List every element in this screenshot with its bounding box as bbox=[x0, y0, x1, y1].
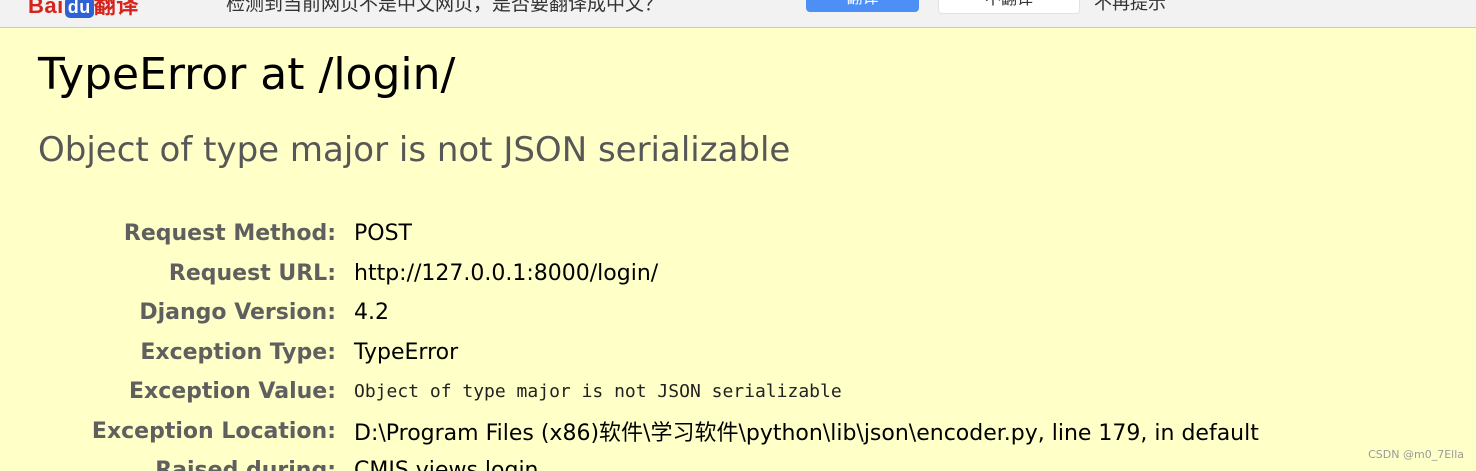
logo-badge: du bbox=[64, 0, 94, 18]
meta-label: Request URL: bbox=[168, 260, 336, 286]
meta-row-request-url: Request URL: http://127.0.0.1:8000/login… bbox=[38, 254, 1259, 294]
meta-label: Raised during: bbox=[155, 458, 336, 471]
error-title: TypeError at /login/ bbox=[38, 49, 456, 100]
meta-label: Exception Value: bbox=[128, 379, 336, 405]
meta-row-raised-during: Raised during: CMIS.views.login bbox=[38, 451, 1259, 471]
meta-row-exception-value: Exception Value: Object of type major is… bbox=[38, 372, 1259, 412]
meta-value-exception: Object of type major is not JSON seriali… bbox=[354, 381, 842, 403]
meta-value: TypeError bbox=[354, 339, 459, 365]
csdn-watermark: CSDN @m0_7Ella bbox=[1368, 448, 1464, 461]
translate-prompt: 检测到当前网页不是中文网页，是否要翻译成中文？ bbox=[226, 0, 664, 15]
meta-value: POST bbox=[354, 221, 412, 247]
translate-bar: Baidu翻译 检测到当前网页不是中文网页，是否要翻译成中文？ 翻译 不翻译 不… bbox=[0, 0, 1476, 28]
meta-label: Django Version: bbox=[139, 300, 336, 326]
meta-row-request-method: Request Method: POST bbox=[38, 214, 1259, 254]
logo-text: Bai bbox=[28, 0, 64, 18]
meta-label: Exception Type: bbox=[140, 339, 336, 365]
translate-button[interactable]: 翻译 bbox=[806, 0, 919, 12]
meta-value: 4.2 bbox=[354, 300, 389, 326]
meta-row-django-version: Django Version: 4.2 bbox=[38, 293, 1259, 333]
logo-suffix: 翻译 bbox=[93, 0, 139, 18]
no-translate-button[interactable]: 不翻译 bbox=[938, 0, 1080, 14]
meta-label: Request Method: bbox=[123, 221, 336, 247]
meta-row-exception-location: Exception Location: D:\Program Files (x8… bbox=[38, 412, 1259, 452]
meta-row-exception-type: Exception Type: TypeError bbox=[38, 333, 1259, 373]
meta-value: CMIS.views.login bbox=[354, 458, 539, 471]
baidu-translate-logo: Bai du 翻译 bbox=[28, 0, 139, 20]
meta-value: D:\Program Files (x86)软件\学习软件\python\lib… bbox=[354, 421, 1259, 447]
error-subtitle: Object of type major is not JSON seriali… bbox=[38, 130, 791, 170]
meta-value: http://127.0.0.1:8000/login/ bbox=[354, 260, 659, 286]
request-meta-table: Request Method: POST Request URL: http:/… bbox=[38, 214, 1259, 471]
meta-label: Exception Location: bbox=[91, 418, 336, 444]
dont-show-again-link[interactable]: 不再提示 bbox=[1094, 0, 1166, 15]
